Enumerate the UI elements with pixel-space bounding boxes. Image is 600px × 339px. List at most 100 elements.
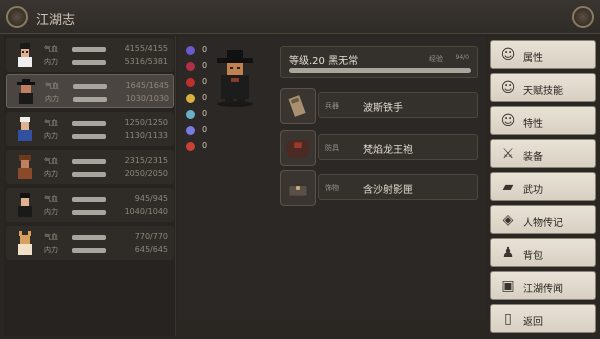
mp-value: 2050/2050 <box>124 169 168 178</box>
menu-bag-button[interactable]: ♟ 背包 <box>490 238 596 267</box>
hp-value: 2315/2315 <box>124 156 168 165</box>
talent-icon: ☺ <box>500 80 516 96</box>
stat-value: 0 <box>202 61 208 70</box>
menu-label: 武功 <box>523 185 543 196</box>
stat-row: 0 <box>184 124 214 138</box>
equipment-name: 梵焰龙王袍 <box>363 145 413 156</box>
stat-row: 0 <box>184 140 214 154</box>
stat-value: 0 <box>202 77 208 86</box>
bag-icon: ♟ <box>501 245 515 261</box>
menu-label: 特性 <box>523 119 543 130</box>
stat-value: 0 <box>202 109 208 118</box>
hp-value: 945/945 <box>134 194 168 203</box>
menu-label: 装备 <box>523 152 543 163</box>
red-gem-icon <box>186 78 195 87</box>
page-title: 江湖志 <box>36 13 76 28</box>
equipment-slot-weapon[interactable]: 兵器 波斯铁手 <box>280 86 478 126</box>
menu-label: 背包 <box>523 251 543 262</box>
mp-bar <box>72 60 106 65</box>
mp-bar <box>72 248 106 253</box>
mp-label: 内力 <box>45 95 59 103</box>
equipment-slot-armor[interactable]: 防具 梵焰龙王袍 <box>280 128 478 168</box>
robe-icon <box>280 130 316 166</box>
menu-trait-button[interactable]: ☺ 特性 <box>490 106 596 135</box>
menu-rumors-button[interactable]: ▣ 江湖传闻 <box>490 271 596 300</box>
hp-bar <box>73 84 107 89</box>
menu-label: 返回 <box>523 317 543 328</box>
sword-icon: ⚔ <box>501 146 515 162</box>
hp-bar <box>72 121 106 126</box>
mp-value: 645/645 <box>134 245 168 254</box>
trait-icon: ☺ <box>500 113 516 129</box>
menu-label: 属性 <box>523 53 543 64</box>
shield-orb-icon <box>186 126 195 135</box>
box-icon <box>280 170 316 206</box>
hp-value: 4155/4155 <box>124 44 168 53</box>
emblem-icon <box>572 6 594 28</box>
party-member-4[interactable]: 气血 2315/2315 内力 2050/2050 <box>6 150 174 184</box>
exit-door-icon: ▯ <box>504 311 512 327</box>
portrait-icon <box>18 193 32 217</box>
mp-label: 内力 <box>44 208 58 216</box>
hp-label: 气血 <box>44 45 58 53</box>
mp-value: 1130/1133 <box>124 131 168 140</box>
hp-value: 1645/1645 <box>125 81 169 90</box>
emblem-icon <box>6 6 28 28</box>
menu-attributes-button[interactable]: ☺ 属性 <box>490 40 596 69</box>
party-member-6[interactable]: 气血 770/770 内力 645/645 <box>6 226 174 260</box>
party-member-3[interactable]: 气血 1250/1250 内力 1130/1133 <box>6 112 174 146</box>
mp-bar <box>72 172 106 177</box>
scroll-icon: ◈ <box>502 212 514 228</box>
mp-bar <box>72 210 106 215</box>
exp-bar <box>289 68 471 73</box>
flame-icon <box>186 142 195 151</box>
hp-label: 气血 <box>44 233 58 241</box>
portrait-icon <box>18 231 32 255</box>
equipment-info: 防具 梵焰龙王袍 <box>318 134 478 160</box>
mp-label: 内力 <box>44 246 58 254</box>
menu-label: 江湖传闻 <box>523 284 563 295</box>
sword-icon <box>186 94 195 103</box>
equipment-info: 兵器 波斯铁手 <box>318 92 478 118</box>
stat-row: 0 <box>184 44 214 58</box>
portrait-icon <box>17 79 35 104</box>
equipment-name: 含沙射影匣 <box>363 185 413 196</box>
mp-label: 内力 <box>44 170 58 178</box>
portrait-icon <box>18 155 32 179</box>
portrait-icon <box>18 117 32 141</box>
mp-value: 1030/1030 <box>125 94 169 103</box>
menu-martial-arts-button[interactable]: ▰ 武功 <box>490 172 596 201</box>
mp-bar <box>73 97 107 102</box>
purple-orb-icon <box>186 46 195 55</box>
equipment-info: 饰物 含沙射影匣 <box>318 174 478 200</box>
stat-row: 0 <box>184 108 214 122</box>
hero-sprite <box>217 50 253 107</box>
party-member-1[interactable]: 气血 4155/4155 内力 5316/5381 <box>6 38 174 72</box>
hp-bar <box>72 47 106 52</box>
blue-orb-icon <box>186 110 195 119</box>
notice-icon: ▣ <box>501 278 515 294</box>
party-member-5[interactable]: 气血 945/945 内力 1040/1040 <box>6 188 174 222</box>
menu-biography-button[interactable]: ◈ 人物传记 <box>490 205 596 234</box>
menu-talent-button[interactable]: ☺ 天赋技能 <box>490 73 596 102</box>
mp-value: 1040/1040 <box>124 207 168 216</box>
exp-value: 94/0 <box>455 54 469 61</box>
stat-value: 0 <box>202 125 208 134</box>
hp-label: 气血 <box>44 157 58 165</box>
portrait-icon <box>18 43 32 67</box>
exp-label: 经验 <box>429 55 443 63</box>
equipment-name: 波斯铁手 <box>363 103 403 114</box>
stat-value: 0 <box>202 141 208 150</box>
mp-label: 内力 <box>44 132 58 140</box>
party-member-2[interactable]: 气血 1645/1645 内力 1030/1030 <box>6 74 174 108</box>
mp-value: 5316/5381 <box>124 57 168 66</box>
menu-label: 人物传记 <box>523 218 563 229</box>
equipment-slot-accessory[interactable]: 饰物 含沙射影匣 <box>280 168 478 208</box>
menu-return-button[interactable]: ▯ 返回 <box>490 304 596 333</box>
hp-value: 770/770 <box>134 232 168 241</box>
attributes-icon: ☺ <box>500 47 516 63</box>
stat-value: 0 <box>202 45 208 54</box>
menu-equipment-button[interactable]: ⚔ 装备 <box>490 139 596 168</box>
hp-label: 气血 <box>44 119 58 127</box>
hp-bar <box>72 235 106 240</box>
